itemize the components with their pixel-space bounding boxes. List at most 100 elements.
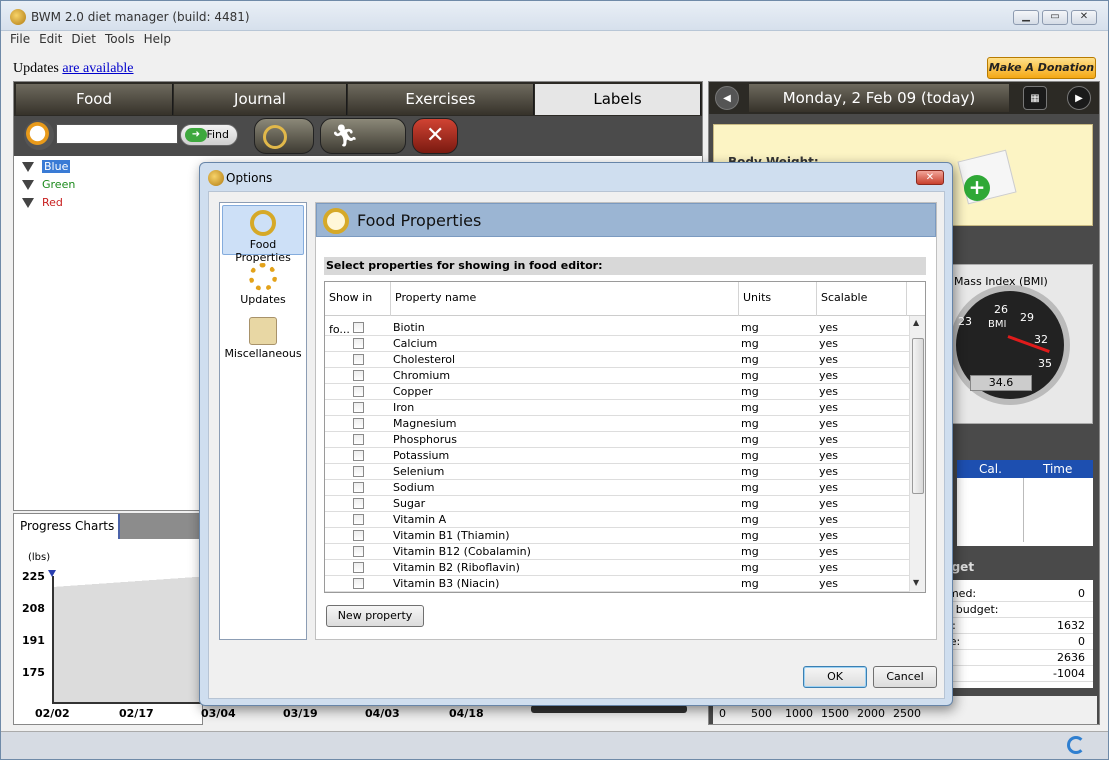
- scroll-thumb[interactable]: [912, 338, 924, 494]
- col-scalable[interactable]: Scalable: [817, 282, 907, 316]
- table-row[interactable]: Vitamin A mg yes: [325, 512, 909, 528]
- property-units: mg: [741, 513, 759, 526]
- show-checkbox[interactable]: [353, 514, 364, 525]
- col-cal: Cal.: [979, 462, 1002, 476]
- menu-diet[interactable]: Diet: [71, 31, 96, 47]
- menu-help[interactable]: Help: [144, 31, 171, 47]
- minimize-button[interactable]: ▁: [1013, 10, 1039, 25]
- menu-tools[interactable]: Tools: [105, 31, 135, 47]
- show-checkbox[interactable]: [353, 338, 364, 349]
- donate-button[interactable]: Make A Donation: [987, 57, 1096, 79]
- show-checkbox[interactable]: [353, 578, 364, 589]
- budget-row: 2636: [941, 650, 1093, 666]
- label-item-red[interactable]: Red: [22, 196, 63, 209]
- property-units: mg: [741, 401, 759, 414]
- x-tick: 04/18: [449, 707, 484, 720]
- table-scrollbar[interactable]: ▲ ▼: [909, 316, 925, 592]
- col-units[interactable]: Units: [739, 282, 817, 316]
- add-weight-button[interactable]: +: [964, 175, 990, 201]
- show-checkbox[interactable]: [353, 402, 364, 413]
- find-button[interactable]: ➜ Find: [180, 124, 238, 146]
- runner-icon: 🏃︎: [331, 124, 359, 149]
- show-checkbox[interactable]: [353, 562, 364, 573]
- show-checkbox[interactable]: [353, 546, 364, 557]
- tab-progress-charts[interactable]: Progress Charts: [14, 514, 120, 539]
- dialog-close-button[interactable]: ✕: [916, 170, 944, 185]
- axis-tick: 0: [719, 707, 726, 720]
- table-row[interactable]: Sodium mg yes: [325, 480, 909, 496]
- table-header: Show in fo... Property name Units Scalab…: [325, 282, 925, 336]
- tab-journal[interactable]: Journal: [174, 84, 347, 115]
- show-checkbox[interactable]: [353, 370, 364, 381]
- axis-tick: 500: [751, 707, 772, 720]
- exercise-label-button[interactable]: 🏃︎: [320, 118, 406, 154]
- table-row[interactable]: Potassium mg yes: [325, 448, 909, 464]
- sidebar-item-miscellaneous[interactable]: Miscellaneous: [222, 317, 304, 367]
- tab-labels[interactable]: Labels: [535, 84, 701, 115]
- property-name: Cholesterol: [393, 353, 456, 366]
- sidebar-item-updates[interactable]: Updates: [222, 263, 304, 313]
- table-row[interactable]: Vitamin B1 (Thiamin) mg yes: [325, 528, 909, 544]
- maximize-button[interactable]: ▭: [1042, 10, 1068, 25]
- table-row[interactable]: Phosphorus mg yes: [325, 432, 909, 448]
- prev-day-button[interactable]: ◀: [715, 86, 739, 110]
- table-row[interactable]: Vitamin B12 (Cobalamin) mg yes: [325, 544, 909, 560]
- table-row[interactable]: Copper mg yes: [325, 384, 909, 400]
- axis-tick: 1500: [821, 707, 849, 720]
- updates-text: Updates: [13, 61, 63, 76]
- chart-scrollbar[interactable]: [531, 705, 687, 713]
- show-checkbox[interactable]: [353, 466, 364, 477]
- tab-food[interactable]: Food: [16, 84, 173, 115]
- show-checkbox[interactable]: [353, 530, 364, 541]
- menu-edit[interactable]: Edit: [39, 31, 62, 47]
- table-row[interactable]: Magnesium mg yes: [325, 416, 909, 432]
- next-day-button[interactable]: ▶: [1067, 86, 1091, 110]
- budget-row: et:1632: [941, 618, 1093, 634]
- table-row[interactable]: Iron mg yes: [325, 400, 909, 416]
- scroll-up-icon[interactable]: ▲: [913, 318, 919, 327]
- table-row[interactable]: Chromium mg yes: [325, 368, 909, 384]
- delete-button[interactable]: ✕: [412, 118, 458, 154]
- show-checkbox[interactable]: [353, 434, 364, 445]
- updates-link[interactable]: are available: [62, 61, 133, 76]
- col-property-name[interactable]: Property name: [391, 282, 739, 316]
- food-label-button[interactable]: [254, 118, 314, 154]
- table-row[interactable]: Vitamin B2 (Riboflavin) mg yes: [325, 560, 909, 576]
- new-property-button[interactable]: New property: [326, 605, 424, 627]
- axis-tick: 2500: [893, 707, 921, 720]
- col-show[interactable]: Show in fo...: [325, 282, 391, 336]
- main-tabs: Food Journal Exercises Labels: [14, 82, 702, 116]
- cancel-button[interactable]: Cancel: [873, 666, 937, 688]
- refresh-icon[interactable]: [1067, 736, 1085, 754]
- calendar-button[interactable]: ▦: [1023, 86, 1047, 110]
- table-row[interactable]: Calcium mg yes: [325, 336, 909, 352]
- table-row[interactable]: Biotin mg yes: [325, 320, 909, 336]
- column-divider: [1023, 478, 1024, 542]
- scroll-down-icon[interactable]: ▼: [913, 578, 919, 587]
- table-row[interactable]: Selenium mg yes: [325, 464, 909, 480]
- show-checkbox[interactable]: [353, 386, 364, 397]
- table-row[interactable]: Cholesterol mg yes: [325, 352, 909, 368]
- sidebar-item-food-properties[interactable]: Food Properties: [222, 205, 304, 264]
- arrow-right-icon: ➜: [185, 128, 207, 142]
- food-utensils-icon: [263, 125, 287, 149]
- label-item-green[interactable]: Green: [22, 178, 75, 191]
- search-input[interactable]: [56, 124, 178, 144]
- table-row[interactable]: Sugar mg yes: [325, 496, 909, 512]
- label-item-blue[interactable]: Blue: [22, 160, 71, 173]
- tab-exercises[interactable]: Exercises: [348, 84, 534, 115]
- property-scalable: yes: [819, 577, 839, 590]
- show-checkbox[interactable]: [353, 322, 364, 333]
- show-checkbox[interactable]: [353, 418, 364, 429]
- show-checkbox[interactable]: [353, 482, 364, 493]
- ok-button[interactable]: OK: [803, 666, 867, 688]
- status-bar: [1, 731, 1108, 759]
- menu-file[interactable]: File: [10, 31, 30, 47]
- show-checkbox[interactable]: [353, 450, 364, 461]
- close-button[interactable]: ✕: [1071, 10, 1097, 25]
- property-scalable: yes: [819, 353, 839, 366]
- app-logo-icon: [10, 9, 26, 25]
- show-checkbox[interactable]: [353, 498, 364, 509]
- table-row[interactable]: Vitamin B3 (Niacin) mg yes: [325, 576, 909, 592]
- show-checkbox[interactable]: [353, 354, 364, 365]
